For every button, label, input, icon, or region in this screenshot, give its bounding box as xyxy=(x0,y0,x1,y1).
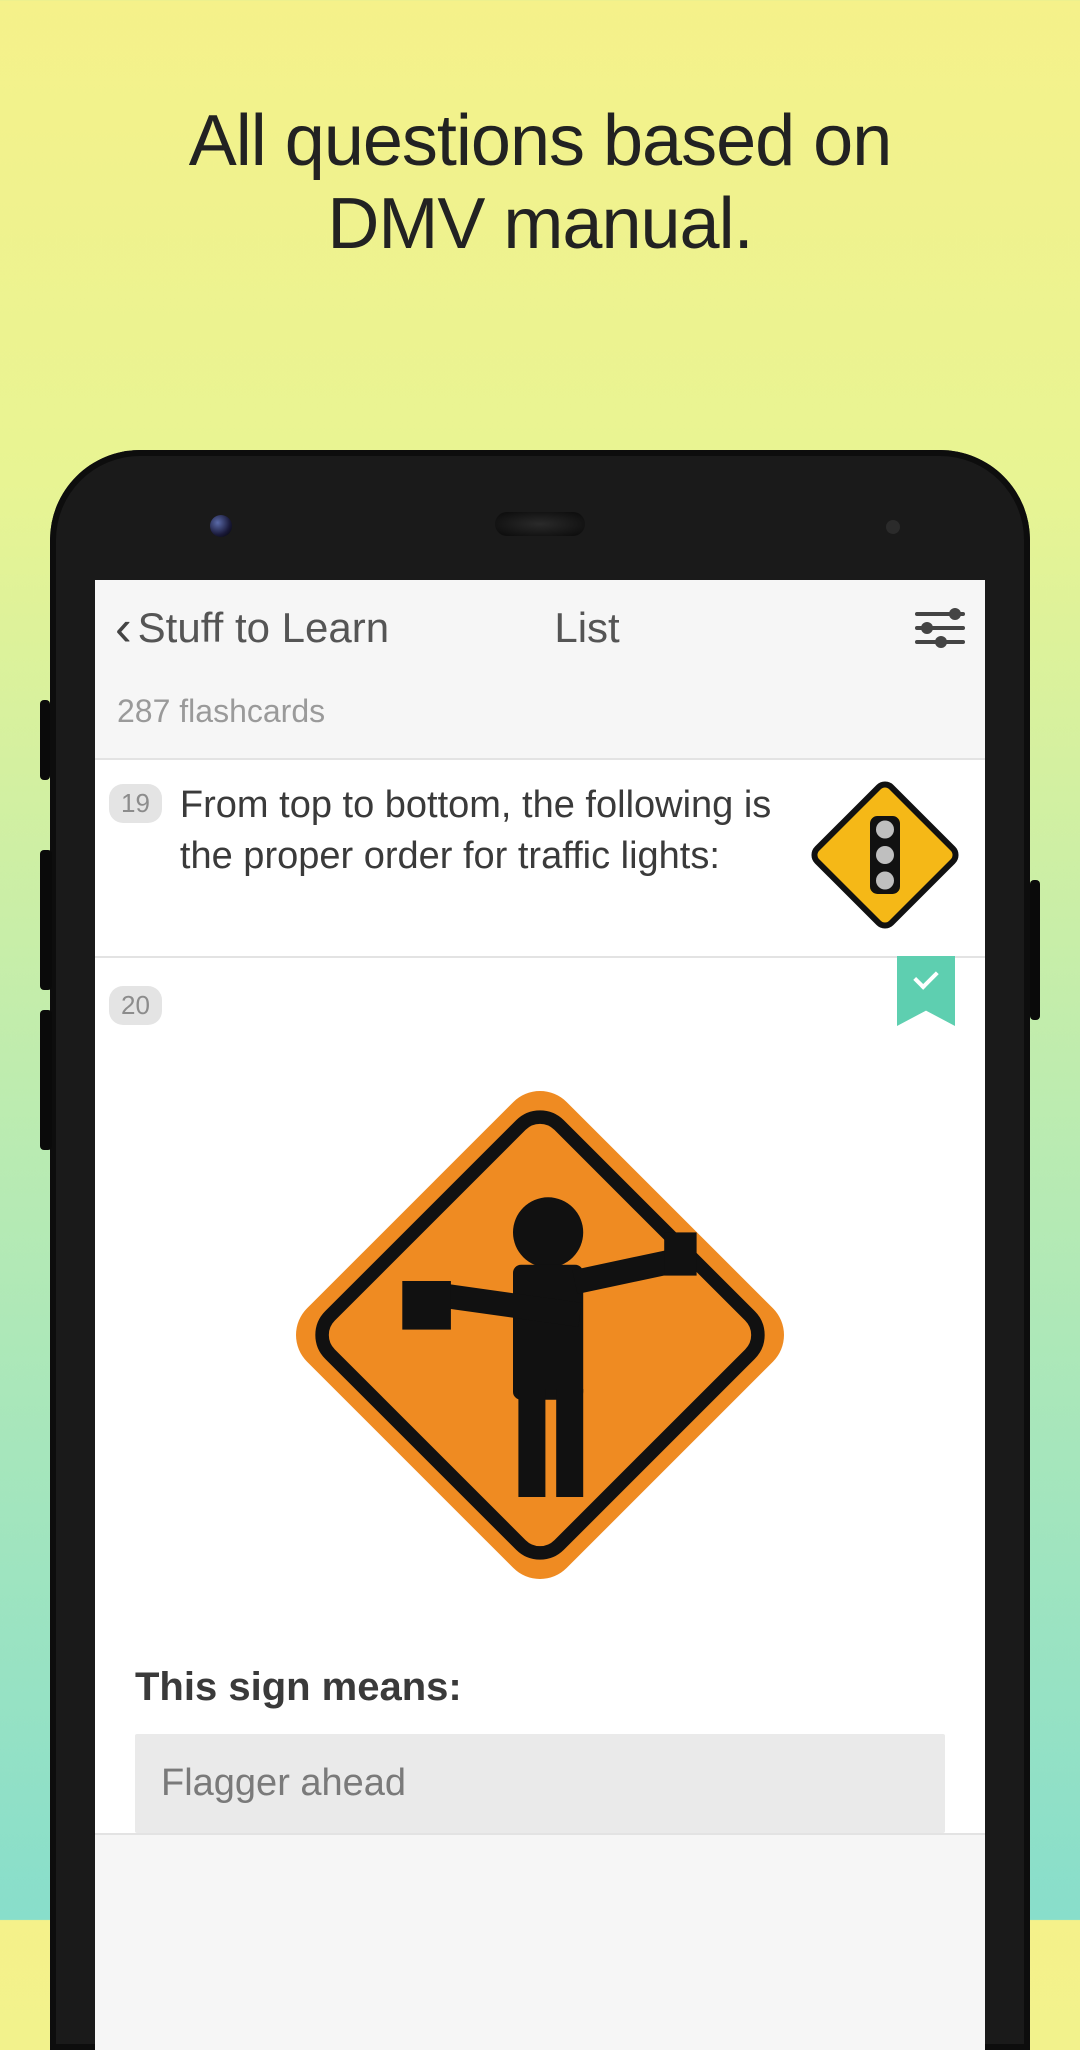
phone-frame: ‹ Stuff to Learn List 287 flashcards 19 … xyxy=(50,450,1030,2050)
chevron-left-icon: ‹ xyxy=(115,603,132,653)
flashcard-count: 287 flashcards xyxy=(95,675,985,760)
card-question: From top to bottom, the following is the… xyxy=(180,780,787,883)
card-number-badge: 19 xyxy=(109,784,162,823)
nav-bar: ‹ Stuff to Learn List xyxy=(95,580,985,675)
answer-option[interactable]: Flagger ahead xyxy=(135,1734,945,1833)
answer-text: Flagger ahead xyxy=(161,1762,406,1804)
traffic-light-sign-icon xyxy=(805,780,965,930)
promo-headline: All questions based on DMV manual. xyxy=(0,0,1080,266)
card-number-badge: 20 xyxy=(109,986,162,1025)
flagger-sign-icon xyxy=(95,1025,985,1665)
phone-speaker-icon xyxy=(495,512,585,536)
app-screen: ‹ Stuff to Learn List 287 flashcards 19 … xyxy=(95,580,985,2050)
promo-line1: All questions based on xyxy=(189,101,892,181)
flashcard-item[interactable]: 20 xyxy=(95,958,985,1835)
page-title: List xyxy=(259,604,915,652)
phone-led-icon xyxy=(886,520,900,534)
card-prompt: This sign means: xyxy=(95,1665,985,1734)
flashcard-item[interactable]: 19 From top to bottom, the following is … xyxy=(95,760,985,958)
promo-line2: DMV manual. xyxy=(327,184,752,264)
phone-camera-icon xyxy=(210,515,232,537)
filters-icon[interactable] xyxy=(915,608,965,648)
